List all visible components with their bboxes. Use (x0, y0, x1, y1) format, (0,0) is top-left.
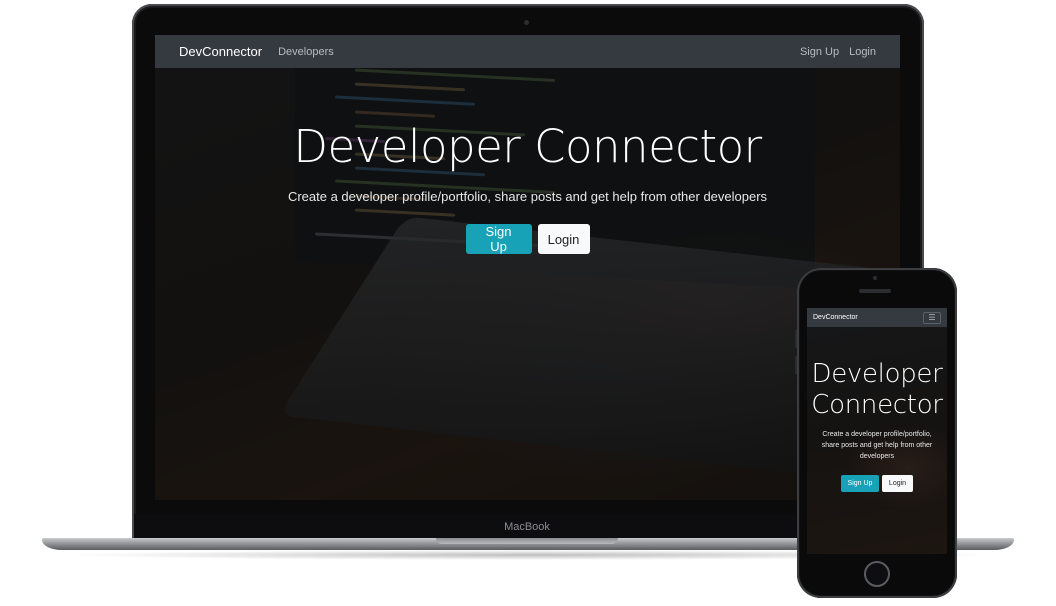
nav-link-sign-up[interactable]: Sign Up (800, 46, 839, 58)
phone-navbar: DevConnector ☰ (807, 308, 947, 327)
hero-title: Developer Connector (293, 120, 762, 173)
phone-hero-subtitle: Create a developer profile/portfolio, sh… (821, 431, 933, 460)
navbar-right: Sign Up Login (800, 46, 876, 58)
phone-login-button[interactable]: Login (882, 475, 913, 492)
hamburger-menu-icon[interactable]: ☰ (923, 311, 941, 324)
nav-link-login[interactable]: Login (849, 46, 876, 58)
laptop-camera (524, 20, 529, 25)
device-label: MacBook (504, 521, 550, 533)
hero-subtitle: Create a developer profile/portfolio, sh… (287, 189, 768, 204)
phone-screen: DevConnector ☰ Developer Connector Creat… (807, 308, 947, 554)
phone-hero-title-line1: Developer (811, 359, 943, 389)
phone-hero-title: Developer Connector (807, 359, 947, 421)
login-button[interactable]: Login (537, 224, 590, 254)
phone-speaker (859, 289, 891, 293)
laptop-opening-notch (436, 538, 618, 544)
phone-hero-section: Developer Connector Create a developer p… (807, 327, 947, 492)
phone-hero-title-line2: Connector (811, 390, 943, 420)
navbar-brand[interactable]: DevConnector (179, 44, 262, 59)
phone-navbar-brand[interactable]: DevConnector (813, 314, 858, 321)
navbar: DevConnector Developers Sign Up Login (155, 35, 900, 68)
sign-up-button[interactable]: Sign Up (465, 224, 532, 254)
phone-camera (873, 276, 877, 280)
phone-home-button[interactable] (864, 561, 890, 587)
laptop-screen: DevConnector Developers Sign Up Login De… (155, 35, 900, 500)
hero-section: Developer Connector Create a developer p… (155, 68, 900, 254)
hero-buttons: Sign Up Login (155, 224, 900, 254)
phone-sign-up-button[interactable]: Sign Up (841, 475, 879, 492)
phone-hero-buttons: Sign Up Login (807, 475, 947, 492)
nav-link-developers[interactable]: Developers (278, 46, 334, 58)
